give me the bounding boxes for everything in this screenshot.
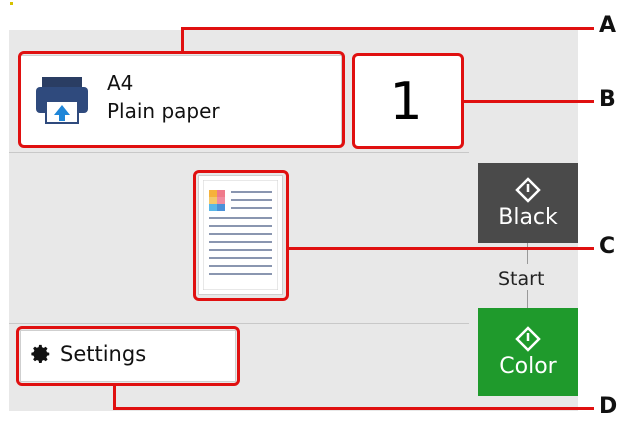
- leader-d-vertical: [113, 385, 116, 409]
- start-connector-bottom: [527, 290, 528, 308]
- leader-d-horizontal: [113, 407, 594, 410]
- paper-type: Plain paper: [107, 99, 220, 123]
- document-preview-icon: [203, 180, 278, 290]
- callout-label-b: B: [599, 87, 616, 112]
- diamond-start-icon: [515, 325, 541, 352]
- paper-setting-text: A4 Plain paper: [107, 69, 220, 125]
- color-start-button[interactable]: Color: [478, 308, 578, 396]
- leader-c: [289, 247, 594, 250]
- leader-b: [463, 100, 594, 103]
- start-label: Start: [498, 268, 545, 290]
- gear-icon: [31, 344, 50, 363]
- settings-content: Settings: [30, 342, 146, 366]
- leader-a-horizontal: [181, 27, 594, 30]
- printer-icon: [36, 77, 88, 124]
- settings-label: Settings: [60, 342, 147, 366]
- callout-label-c: C: [599, 234, 616, 259]
- copies-value: 1: [389, 72, 423, 132]
- corner-mark: [10, 2, 13, 5]
- paper-size: A4: [107, 71, 134, 95]
- divider-top: [9, 152, 469, 153]
- color-label: Color: [499, 353, 557, 379]
- divider-bottom: [9, 323, 469, 324]
- callout-label-a: A: [599, 13, 617, 38]
- black-label: Black: [498, 204, 558, 230]
- black-start-button[interactable]: Black: [478, 163, 578, 243]
- callout-label-d: D: [599, 394, 618, 419]
- diamond-start-icon: [515, 176, 541, 203]
- leader-a-vertical: [181, 27, 184, 53]
